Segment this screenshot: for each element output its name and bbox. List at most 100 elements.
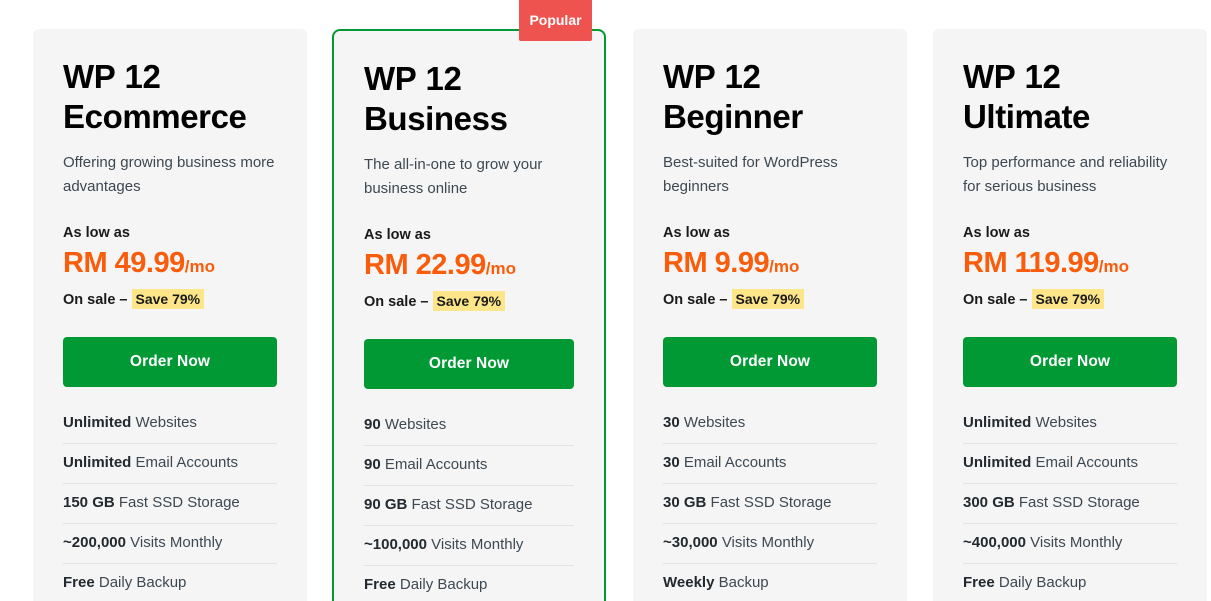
save-percent-badge: Save 79% (731, 289, 805, 309)
plan-feature-item: Free Daily Backup (364, 566, 574, 601)
on-sale-label: On sale – (364, 294, 429, 310)
plan-price-period: /mo (769, 257, 800, 276)
feature-value: 30 (663, 414, 680, 431)
feature-value: ~100,000 (364, 536, 427, 553)
save-percent-badge: Save 79% (432, 291, 506, 311)
as-low-as-label: As low as (63, 225, 130, 241)
plan-feature-item: Unlimited Websites (63, 411, 277, 444)
plan-price-block: As low as RM 22.99/mo On sale – Save 79% (364, 201, 574, 312)
plan-sale-line: On sale – Save 79% (663, 284, 877, 310)
plan-feature-item: Weekly Backup (663, 564, 877, 601)
plan-sale-line: On sale – Save 79% (63, 284, 277, 310)
plan-feature-item: Free Daily Backup (963, 564, 1177, 601)
feature-value: 90 (364, 456, 381, 473)
feature-label: Websites (135, 414, 197, 431)
plan-price-amount: RM 119.99 (963, 247, 1099, 279)
feature-label: Visits Monthly (130, 534, 223, 551)
plan-price-period: /mo (1098, 257, 1129, 276)
plan-price-line: RM 119.99/mo (963, 242, 1177, 284)
plan-card-body: WP 12 Beginner Best-suited for WordPress … (633, 29, 907, 601)
plan-sale-line: On sale – Save 79% (963, 284, 1177, 310)
plan-feature-list: Unlimited Websites Unlimited Email Accoun… (963, 387, 1177, 601)
feature-value: 300 GB (963, 494, 1015, 511)
on-sale-label: On sale – (963, 292, 1028, 308)
feature-label: Websites (1035, 414, 1097, 431)
on-sale-label: On sale – (663, 292, 728, 308)
plan-feature-item: ~100,000 Visits Monthly (364, 526, 574, 566)
plan-description: The all-in-one to grow your business onl… (364, 156, 543, 197)
plan-feature-item: 30 Email Accounts (663, 444, 877, 484)
plan-feature-item: ~30,000 Visits Monthly (663, 524, 877, 564)
plan-price-amount: RM 9.99 (663, 247, 770, 279)
plan-feature-item: 90 Websites (364, 413, 574, 446)
plan-price-block: As low as RM 119.99/mo On sale – Save 79% (963, 199, 1177, 310)
feature-label: Email Accounts (1035, 454, 1139, 471)
plan-price-block: As low as RM 49.99/mo On sale – Save 79% (63, 199, 277, 310)
feature-value: 30 (663, 454, 680, 471)
plan-card-wp-12-ecommerce: WP 12 Ecommerce Offering growing business… (33, 29, 307, 601)
feature-label: Email Accounts (384, 456, 488, 473)
feature-value: Unlimited (963, 454, 1032, 471)
plan-feature-item: Unlimited Email Accounts (963, 444, 1177, 484)
plan-card-body: WP 12 Ecommerce Offering growing business… (33, 29, 307, 601)
feature-label: Fast SSD Storage (411, 496, 533, 513)
feature-label: Fast SSD Storage (1018, 494, 1140, 511)
plan-feature-list: Unlimited Websites Unlimited Email Accoun… (63, 387, 277, 601)
feature-label: Email Accounts (135, 454, 239, 471)
plan-price-amount: RM 49.99 (63, 247, 185, 279)
feature-value: 30 GB (663, 494, 707, 511)
plan-description: Best-suited for WordPress beginners (663, 154, 838, 195)
plan-price-amount: RM 22.99 (364, 249, 486, 281)
plan-price-period: /mo (485, 259, 516, 278)
as-low-as-label: As low as (663, 225, 730, 241)
plan-price-line: RM 22.99/mo (364, 244, 574, 286)
plan-feature-item: ~200,000 Visits Monthly (63, 524, 277, 564)
feature-value: 90 (364, 416, 381, 433)
feature-label: Fast SSD Storage (710, 494, 832, 511)
plan-card-wp-12-beginner: WP 12 Beginner Best-suited for WordPress … (633, 29, 907, 601)
plan-card-wp-12-business: WP 12 Business The all-in-one to grow you… (332, 29, 606, 601)
plan-feature-list: 90 Websites 90 Email Accounts 90 GB Fast S… (364, 389, 574, 601)
plan-price-line: RM 9.99/mo (663, 242, 877, 284)
feature-label: Websites (683, 414, 746, 431)
order-now-button[interactable]: Order Now (364, 339, 574, 389)
plan-feature-item: 30 GB Fast SSD Storage (663, 484, 877, 524)
plan-description: Offering growing business more advantage… (63, 154, 275, 195)
plan-feature-item: 30 Websites (663, 411, 877, 444)
plan-sale-line: On sale – Save 79% (364, 286, 574, 312)
feature-value: 90 GB (364, 496, 408, 513)
plan-price-period: /mo (184, 257, 215, 276)
feature-value: Unlimited (63, 454, 132, 471)
plan-card-body: WP 12 Ultimate Top performance and reliab… (933, 29, 1207, 601)
feature-label: Visits Monthly (1030, 534, 1123, 551)
feature-value: Free (963, 574, 995, 591)
plan-card-wp-12-ultimate: WP 12 Ultimate Top performance and reliab… (933, 29, 1207, 601)
order-now-button[interactable]: Order Now (963, 337, 1177, 387)
feature-value: ~30,000 (663, 534, 718, 551)
plan-title: WP 12 Beginner (663, 58, 803, 135)
feature-label: Daily Backup (998, 574, 1087, 591)
plan-feature-list: 30 Websites 30 Email Accounts 30 GB Fast S… (663, 387, 877, 601)
plan-feature-item: 90 GB Fast SSD Storage (364, 486, 574, 526)
feature-label: Fast SSD Storage (118, 494, 240, 511)
plan-feature-item: 150 GB Fast SSD Storage (63, 484, 277, 524)
feature-label: Email Accounts (683, 454, 787, 471)
save-percent-badge: Save 79% (131, 289, 205, 309)
order-now-button[interactable]: Order Now (663, 337, 877, 387)
plan-feature-item: 300 GB Fast SSD Storage (963, 484, 1177, 524)
plan-feature-item: Free Daily Backup (63, 564, 277, 601)
as-low-as-label: As low as (963, 225, 1030, 241)
feature-value: 150 GB (63, 494, 115, 511)
feature-value: ~400,000 (963, 534, 1026, 551)
feature-value: Weekly (663, 574, 715, 591)
plan-description: Top performance and reliability for seri… (963, 154, 1168, 195)
plan-title: WP 12 Business (364, 60, 508, 137)
order-now-button[interactable]: Order Now (63, 337, 277, 387)
feature-label: Daily Backup (98, 574, 187, 591)
feature-value: Unlimited (963, 414, 1032, 431)
plan-feature-item: Unlimited Email Accounts (63, 444, 277, 484)
feature-value: ~200,000 (63, 534, 126, 551)
save-percent-badge: Save 79% (1031, 289, 1105, 309)
plan-title: WP 12 Ultimate (963, 58, 1090, 135)
feature-value: Free (63, 574, 95, 591)
